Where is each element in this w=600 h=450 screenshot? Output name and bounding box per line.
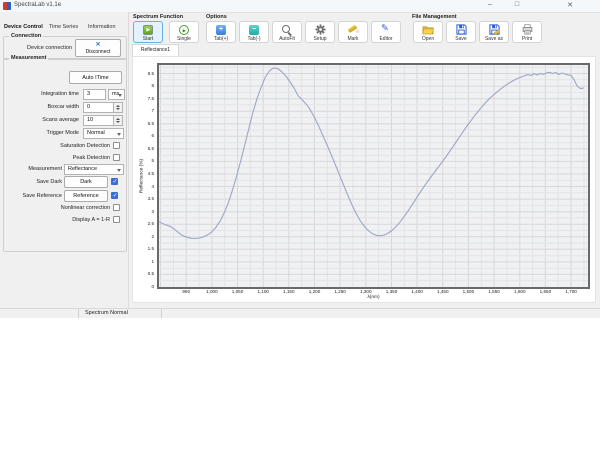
marker-icon <box>347 24 359 36</box>
app-window: SpectraLab v1.1e – □ ✕ Device Control Ti… <box>0 0 600 318</box>
scans-average-field[interactable]: 10 <box>83 115 114 126</box>
spectrum-function-group-label: Spectrum Function <box>133 14 183 20</box>
integration-time-label: Integration time <box>9 91 79 97</box>
minimize-button[interactable]: – <box>483 1 497 8</box>
file-management-group-label: File Management <box>412 14 457 20</box>
tab-minus-icon <box>249 25 259 35</box>
disconnect-button[interactable]: ✕ Disconnect <box>75 39 121 57</box>
tab-device-control[interactable]: Device Control <box>2 22 45 32</box>
window-title: SpectraLab v1.1e <box>14 2 61 8</box>
save-dark-label: Save Dark <box>9 179 62 185</box>
y-tick-label: 2 <box>133 234 154 240</box>
trigger-mode-combo[interactable]: Normal <box>83 128 124 139</box>
trigger-mode-label: Trigger Mode <box>9 130 79 136</box>
auto-itime-button[interactable]: Auto ITime <box>69 71 122 84</box>
nonlinear-correction-label: Nonlinear correction <box>9 205 110 211</box>
display-a-checkbox[interactable] <box>113 216 120 223</box>
printer-icon <box>522 24 533 35</box>
display-a-label: Display A = 1-R <box>9 217 110 223</box>
y-tick-label: 1 <box>133 259 154 265</box>
status-segment-empty <box>0 309 79 318</box>
editor-button[interactable]: Editor <box>371 21 401 43</box>
measurement-group: Measurement Auto ITime Integration time … <box>3 58 127 252</box>
options-group-label: Options <box>206 14 227 20</box>
chart-panel: Reflectance (%) 00.511.522.533.544.555.5… <box>132 56 596 303</box>
y-tick-label: 5.5 <box>133 146 154 152</box>
dark-button[interactable]: Dark <box>64 176 108 188</box>
peak-detection-checkbox[interactable] <box>113 154 120 161</box>
y-tick-label: 3 <box>133 209 154 215</box>
magnifier-icon <box>281 24 293 36</box>
y-tick-label: 2.5 <box>133 221 154 227</box>
tab-minus-button[interactable]: Tab(-) <box>239 21 269 43</box>
app-icon <box>3 2 11 10</box>
measurement-group-title: Measurement <box>9 55 48 61</box>
spectrum-plot[interactable] <box>157 63 590 289</box>
y-tick-label: 4 <box>133 184 154 190</box>
gear-icon <box>315 24 326 35</box>
y-tick-label: 8.5 <box>133 71 154 77</box>
y-tick-label: 1.5 <box>133 246 154 252</box>
y-tick-label: 7 <box>133 108 154 114</box>
save-reference-label: Save Reference <box>9 193 62 199</box>
disconnect-button-label: Disconnect <box>86 49 111 55</box>
maximize-button[interactable]: □ <box>510 1 524 8</box>
y-tick-label: 4.5 <box>133 171 154 177</box>
boxcar-width-label: Boxcar width <box>9 104 79 110</box>
mark-button[interactable]: Mark <box>338 21 368 43</box>
integration-time-unit-combo[interactable]: ms <box>108 89 125 100</box>
setup-button[interactable]: Setup <box>305 21 335 43</box>
open-folder-icon <box>422 25 434 35</box>
y-tick-label: 6 <box>133 133 154 139</box>
peak-detection-label: Peak Detection <box>9 155 110 161</box>
connection-group-title: Connection <box>9 33 43 39</box>
y-tick-label: 5 <box>133 158 154 164</box>
toolbar: Spectrum Function Options File Managemen… <box>130 12 600 45</box>
save-reference-checkbox[interactable] <box>111 192 118 199</box>
reference-button[interactable]: Reference <box>64 190 108 202</box>
status-segment-rest <box>162 309 600 318</box>
status-segment-spectrum: Spectrum Normal <box>79 309 162 318</box>
boxcar-width-spinner[interactable] <box>114 102 123 113</box>
y-tick-label: 0 <box>133 284 154 290</box>
scans-average-spinner[interactable] <box>114 115 123 126</box>
nonlinear-correction-checkbox[interactable] <box>113 204 120 211</box>
save-dark-checkbox[interactable] <box>111 178 118 185</box>
save-as-floppy-icon <box>489 24 500 35</box>
pencil-icon <box>381 24 392 35</box>
y-tick-label: 8 <box>133 83 154 89</box>
single-button[interactable]: Single <box>169 21 199 43</box>
tab-plus-icon <box>216 25 226 35</box>
single-play-icon <box>179 25 189 35</box>
saturation-detection-label: Saturation Detection <box>9 143 110 149</box>
save-as-button[interactable]: Save as <box>479 21 509 43</box>
integration-time-field[interactable]: 3 <box>83 89 106 100</box>
left-panel: Device Control Time Series Information C… <box>0 12 129 308</box>
tab-plus-button[interactable]: Tab(+) <box>206 21 236 43</box>
y-tick-label: 7.5 <box>133 96 154 102</box>
tab-information[interactable]: Information <box>86 22 118 32</box>
measurement-mode-combo[interactable]: Reflectance <box>64 164 124 175</box>
y-tick-label: 0.5 <box>133 271 154 277</box>
x-axis-title: λ(nm) <box>157 295 590 300</box>
print-button[interactable]: Print <box>512 21 542 43</box>
close-button[interactable]: ✕ <box>563 1 577 9</box>
tab-time-series[interactable]: Time Series <box>47 22 80 32</box>
chart-tab-reflectance1[interactable]: Reflectance1 <box>132 44 179 56</box>
start-button[interactable]: Start <box>133 21 163 43</box>
open-button[interactable]: Open <box>413 21 443 43</box>
start-play-icon <box>143 25 153 35</box>
scans-average-label: Scans average <box>9 117 79 123</box>
y-tick-label: 6.5 <box>133 121 154 127</box>
measurement-mode-label: Measurement <box>9 166 62 172</box>
autofit-button[interactable]: AutoFit <box>272 21 302 43</box>
save-button[interactable]: Save <box>446 21 476 43</box>
device-connection-label: Device connection <box>8 45 72 51</box>
saturation-detection-checkbox[interactable] <box>113 142 120 149</box>
save-floppy-icon <box>456 24 467 35</box>
status-bar: Spectrum Normal <box>0 308 600 318</box>
boxcar-width-field[interactable]: 0 <box>83 102 114 113</box>
y-tick-label: 3.5 <box>133 196 154 202</box>
disconnect-icon: ✕ <box>95 42 100 49</box>
